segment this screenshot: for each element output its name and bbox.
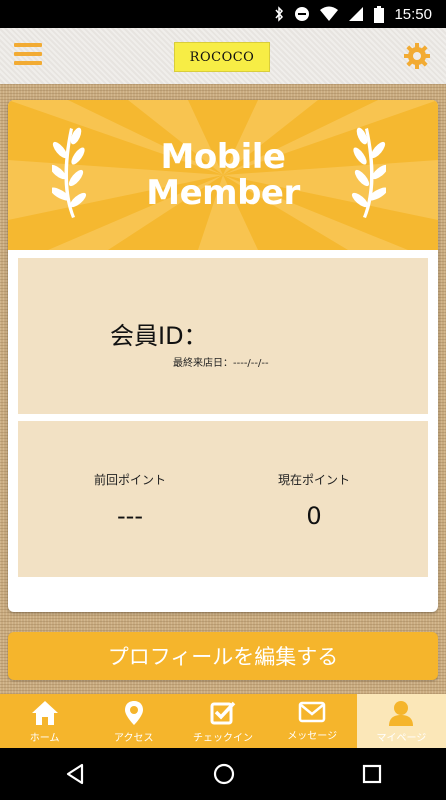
last-visit-date: 最終来店日：----/--/-- xyxy=(173,358,269,369)
wifi-icon xyxy=(320,6,339,21)
banner-title: Mobile Member xyxy=(146,139,300,211)
current-points: 現在ポイント 0 xyxy=(224,471,404,530)
edit-profile-button[interactable]: プロフィールを編集する xyxy=(8,632,438,680)
member-banner: Mobile Member xyxy=(8,100,438,250)
previous-points-value: --- xyxy=(117,502,143,530)
member-card: Mobile Member 会員ID： 最終来店日：----/--/-- 前回ポ… xyxy=(8,100,438,612)
menu-button[interactable] xyxy=(14,43,42,69)
menu-icon-bar xyxy=(14,61,42,65)
previous-points: 前回ポイント --- xyxy=(40,471,220,530)
laurel-right-icon xyxy=(351,127,386,218)
nav-access-label: アクセス xyxy=(114,733,154,744)
back-icon[interactable] xyxy=(64,763,86,785)
current-points-label: 現在ポイント xyxy=(277,473,350,487)
nav-checkin[interactable]: チェックイン xyxy=(178,694,267,748)
nav-mypage-label: マイページ xyxy=(376,733,427,744)
app-logo: ROCOCO xyxy=(174,42,270,72)
nav-mypage[interactable]: マイページ xyxy=(356,694,446,748)
status-bar: 15:50 xyxy=(0,0,446,28)
nav-checkin-label: チェックイン xyxy=(193,733,253,744)
member-id-panel: 会員ID： 最終来店日：----/--/-- xyxy=(18,258,428,414)
map-pin-icon xyxy=(124,701,143,725)
nav-home[interactable]: ホーム xyxy=(0,694,89,748)
signal-icon xyxy=(349,7,364,21)
points-panel: 前回ポイント --- 現在ポイント 0 xyxy=(18,421,428,577)
nav-access[interactable]: アクセス xyxy=(89,694,178,748)
do-not-disturb-icon xyxy=(295,7,310,21)
banner-title-line2: Member xyxy=(146,173,300,213)
checkbox-icon xyxy=(210,701,236,725)
laurel-left-icon xyxy=(52,127,87,218)
gear-icon[interactable] xyxy=(404,43,430,69)
bottom-nav: ホーム アクセス チェックイン メッセージ マイページ xyxy=(0,694,446,748)
banner-title-line1: Mobile xyxy=(160,137,286,177)
nav-message[interactable]: メッセージ xyxy=(268,694,357,748)
menu-icon-bar xyxy=(14,52,42,56)
nav-message-label: メッセージ xyxy=(287,731,338,742)
member-id-label: 会員ID： xyxy=(110,322,208,350)
battery-icon xyxy=(374,5,385,23)
home-circle-icon[interactable] xyxy=(213,763,235,785)
bluetooth-icon xyxy=(275,6,284,22)
envelope-icon xyxy=(298,701,326,723)
app-bar: ROCOCO xyxy=(0,28,446,84)
nav-home-label: ホーム xyxy=(29,733,60,744)
status-time: 15:50 xyxy=(394,5,432,23)
home-icon xyxy=(31,701,58,725)
menu-icon xyxy=(14,43,42,47)
current-points-value: 0 xyxy=(306,502,322,530)
recents-icon[interactable] xyxy=(362,764,382,784)
previous-points-label: 前回ポイント xyxy=(93,473,166,487)
person-icon xyxy=(389,701,414,726)
system-nav-bar xyxy=(0,748,446,800)
